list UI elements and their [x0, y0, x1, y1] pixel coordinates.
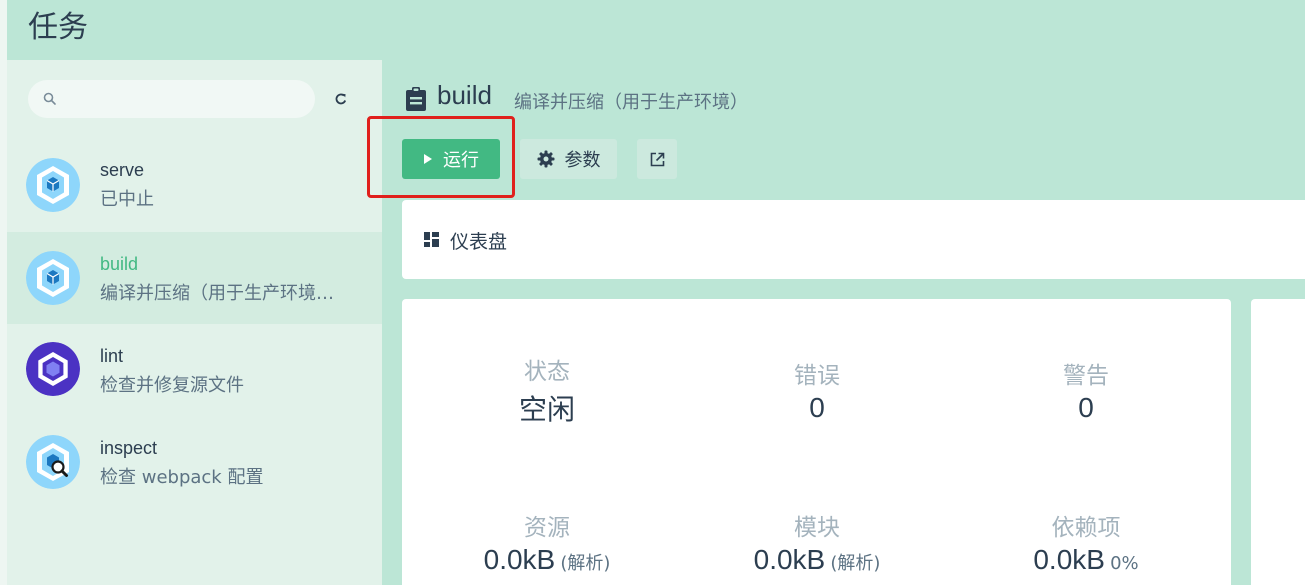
- dashboard-label: 仪表盘: [450, 231, 508, 253]
- build-stats-card: 状态 空闲 错误 0 警告 0 资源 0.0kB (解析) 模块 0.0kB (…: [402, 299, 1231, 585]
- stat-note: 0%: [1110, 553, 1139, 574]
- search-icon: [43, 92, 56, 105]
- stat-value-row: 0.0kB (解析): [682, 544, 952, 576]
- run-button-label: 运行: [443, 150, 479, 171]
- left-edge-strip: [0, 0, 7, 585]
- stat-label: 警告: [1063, 363, 1109, 389]
- stat-value: 空闲: [518, 394, 575, 425]
- stat-warnings: 警告 0: [951, 356, 1221, 424]
- task-description: 已中止: [100, 189, 154, 210]
- task-item-lint[interactable]: lint 检查并修复源文件: [7, 324, 382, 416]
- stat-value: 0.0kB: [483, 544, 556, 575]
- stat-assets: 资源 0.0kB (解析): [412, 508, 682, 576]
- task-sidebar: serve 已中止 build 编译并压缩（用于生产环境… lint 检查并修复…: [7, 60, 382, 585]
- stat-label: 错误: [794, 363, 840, 389]
- webpack-icon: [26, 251, 80, 305]
- task-name: build: [100, 254, 139, 274]
- stat-note: (解析): [830, 553, 881, 574]
- stat-label: 依赖项: [1051, 515, 1121, 541]
- search-input[interactable]: [68, 88, 308, 110]
- stat-label: 资源: [524, 515, 570, 541]
- open-in-new-icon: [650, 152, 664, 166]
- stat-status: 状态 空闲: [412, 352, 682, 428]
- refresh-button[interactable]: [329, 87, 353, 111]
- task-subtitle: 编译并压缩（用于生产环境）: [514, 92, 748, 113]
- stat-label: 状态: [524, 359, 570, 385]
- open-external-button[interactable]: [637, 139, 677, 179]
- stat-modules: 模块 0.0kB (解析): [682, 508, 952, 576]
- stat-note: (解析): [560, 553, 611, 574]
- stat-value-row: 0.0kB 0%: [951, 544, 1221, 576]
- task-description: 编译并压缩（用于生产环境…: [100, 283, 334, 304]
- eslint-icon: [26, 342, 80, 396]
- task-name: serve: [100, 160, 145, 180]
- parameters-button[interactable]: 参数: [520, 139, 617, 179]
- stat-label: 模块: [794, 515, 840, 541]
- search-box[interactable]: [28, 80, 315, 118]
- page-header: 任务: [7, 0, 1305, 60]
- task-name: inspect: [100, 438, 158, 458]
- stat-value: 0: [809, 392, 825, 423]
- stat-errors: 错误 0: [682, 356, 952, 424]
- task-name: lint: [100, 346, 124, 366]
- task-description: 检查 webpack 配置: [100, 467, 264, 488]
- task-detail-panel: build 编译并压缩（用于生产环境） 运行 参数 仪表盘 状态 空闲 错误 0…: [367, 60, 1305, 585]
- webpack-icon: [26, 158, 80, 212]
- task-item-serve[interactable]: serve 已中止: [7, 138, 382, 230]
- dashboard-tab[interactable]: 仪表盘: [402, 200, 1305, 279]
- side-card: [1251, 299, 1305, 585]
- stat-value-row: 0.0kB (解析): [412, 544, 682, 576]
- task-item-inspect[interactable]: inspect 检查 webpack 配置: [7, 416, 382, 508]
- refresh-icon: [335, 93, 347, 105]
- dashboard-icon: [424, 232, 439, 247]
- stat-value: 0: [1078, 392, 1094, 423]
- page-title: 任务: [28, 10, 88, 45]
- stat-value: 0.0kB: [1033, 544, 1105, 575]
- task-title: build: [437, 80, 492, 110]
- task-description: 检查并修复源文件: [100, 375, 244, 396]
- parameters-button-label: 参数: [564, 150, 601, 171]
- webpack-inspect-icon: [26, 435, 80, 489]
- clipboard-icon: [406, 87, 426, 111]
- task-item-build[interactable]: build 编译并压缩（用于生产环境…: [7, 232, 382, 324]
- play-icon: [424, 154, 432, 164]
- run-button[interactable]: 运行: [402, 139, 500, 179]
- stat-value: 0.0kB: [753, 544, 826, 575]
- gear-icon: [537, 150, 554, 168]
- stat-dependencies: 依赖项 0.0kB 0%: [951, 508, 1221, 576]
